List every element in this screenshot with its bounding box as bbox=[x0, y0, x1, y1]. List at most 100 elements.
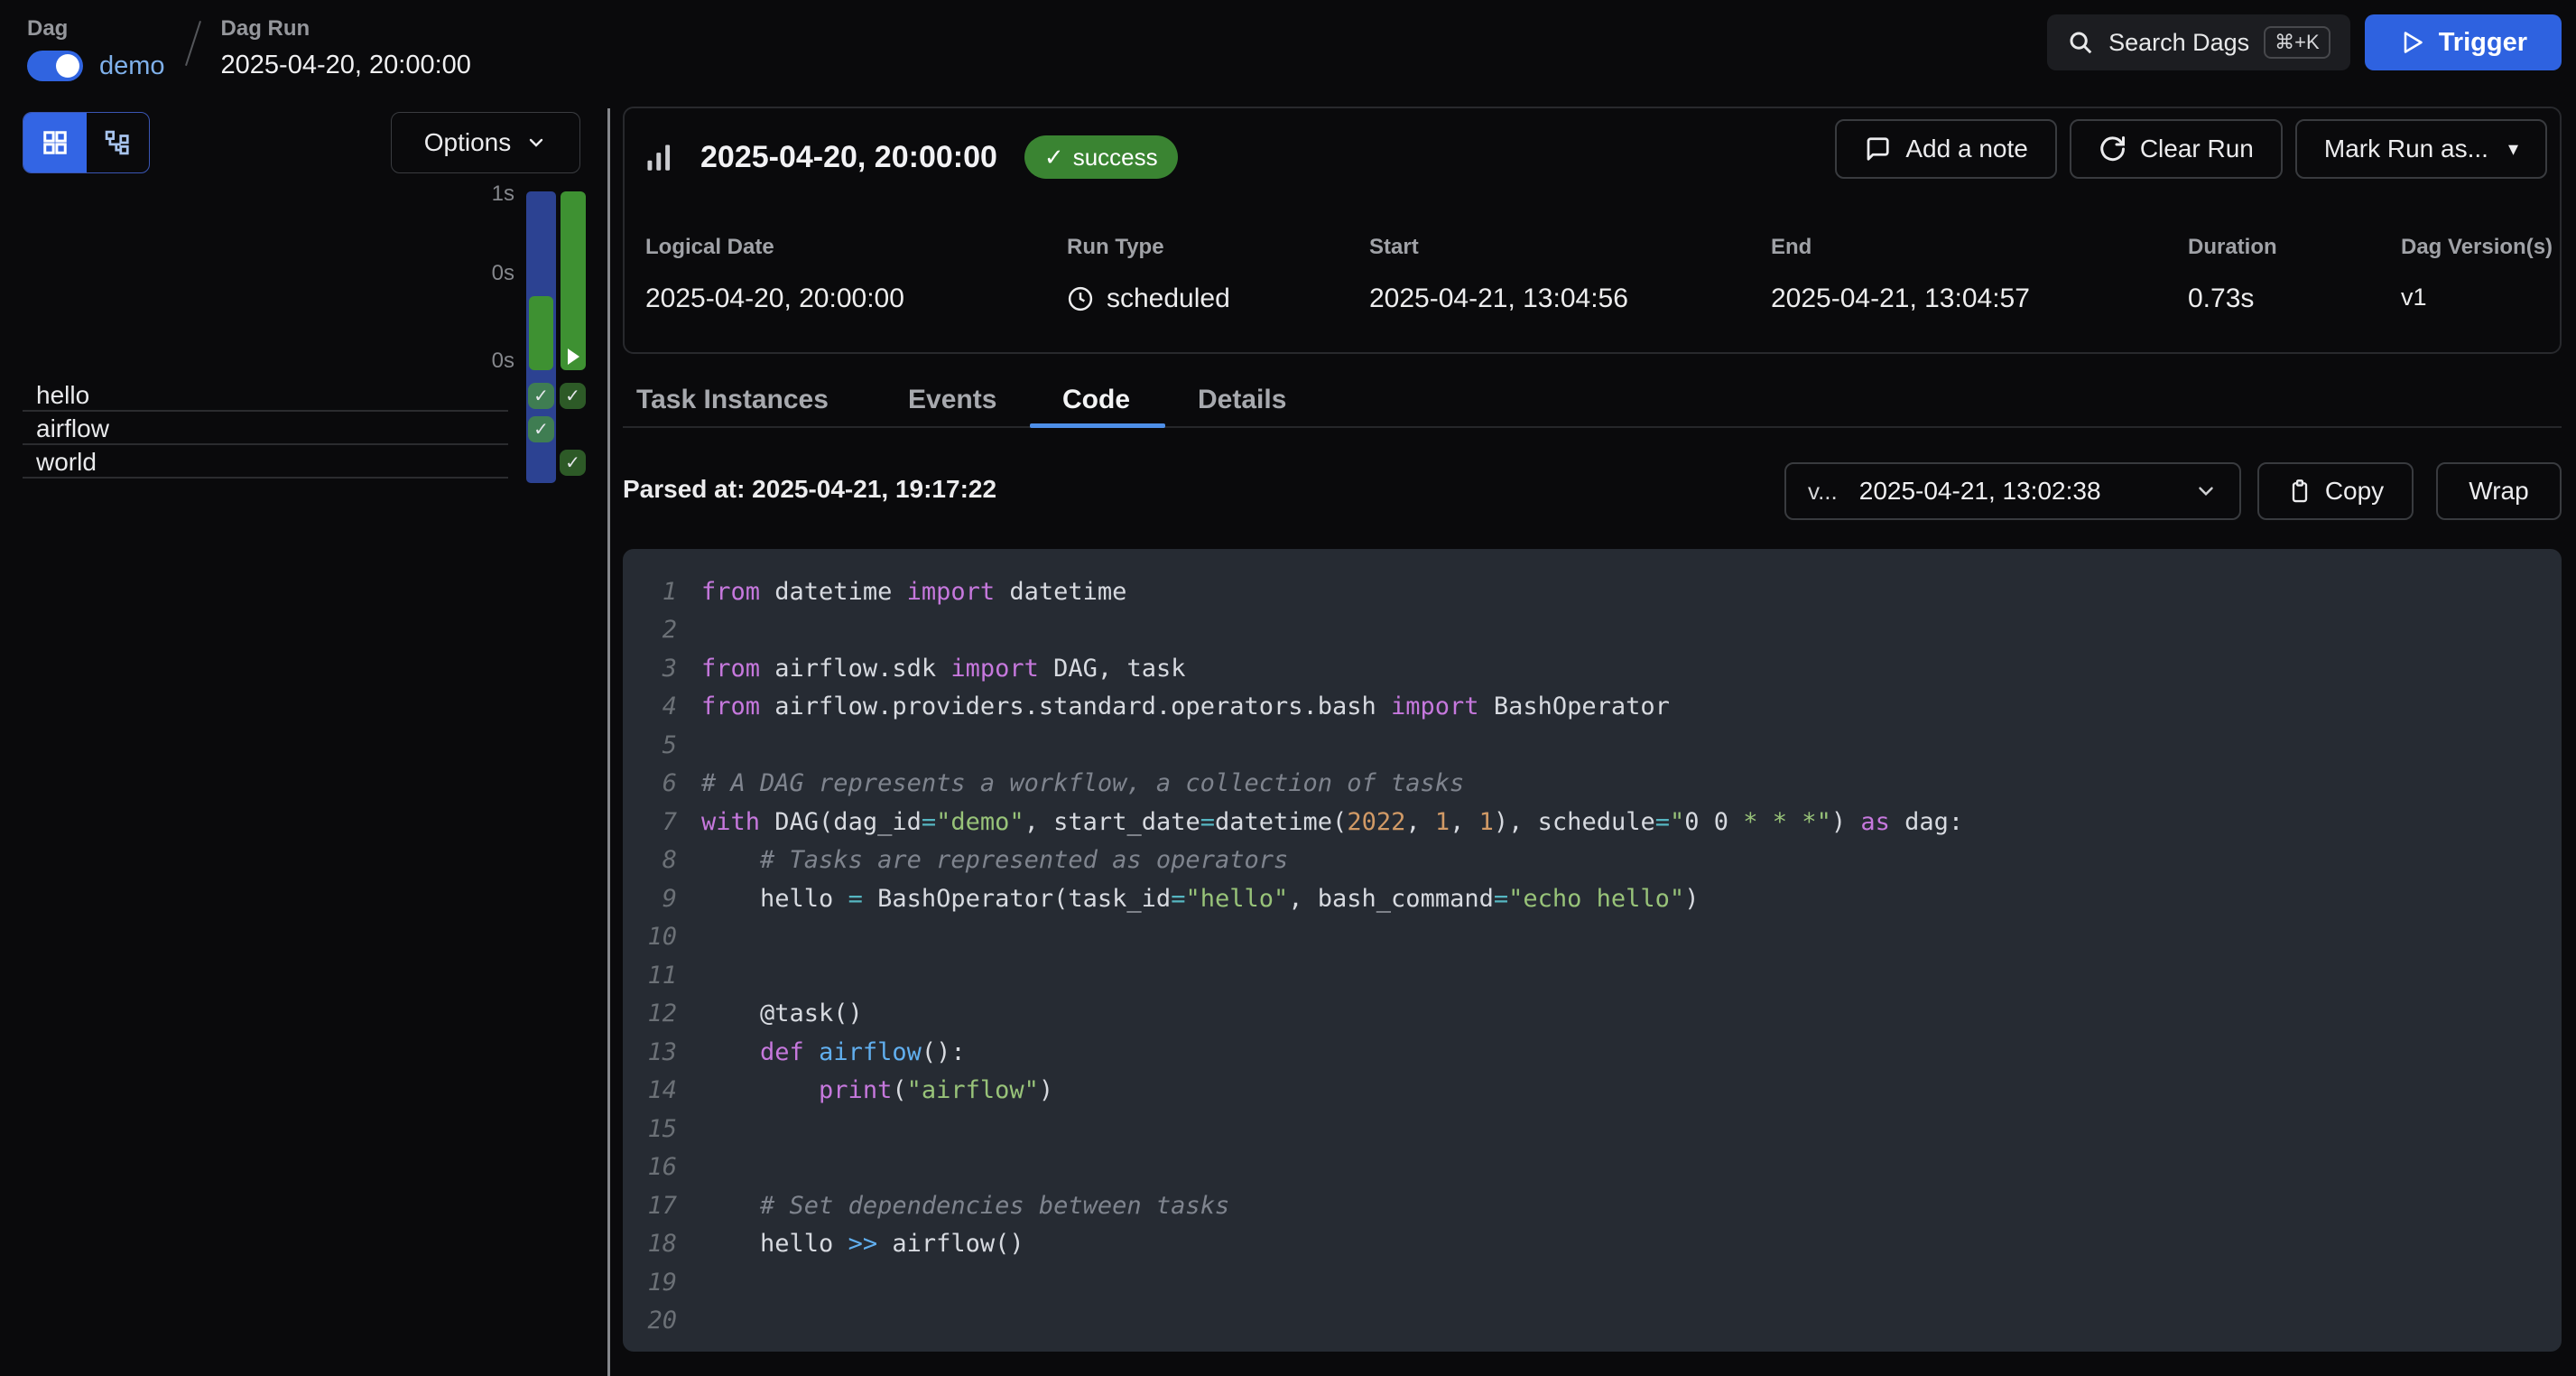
add-note-button[interactable]: Add a note bbox=[1835, 119, 2056, 179]
search-dags-label: Search Dags bbox=[2108, 29, 2249, 57]
meta-value: 2025-04-21, 13:04:57 bbox=[1771, 284, 2030, 314]
code-line: 4 from airflow.providers.standard.operato… bbox=[623, 688, 2562, 727]
options-label: Options bbox=[424, 128, 512, 157]
copy-button[interactable]: Copy bbox=[2257, 462, 2414, 520]
code-line: 13 def airflow(): bbox=[623, 1033, 2562, 1072]
line-number: 4 bbox=[623, 693, 677, 721]
breadcrumb: Dag demo Dag Run 2025-04-20, 20:00:00 bbox=[27, 16, 471, 81]
code-line: 2 bbox=[623, 611, 2562, 650]
status-text: success bbox=[1073, 144, 1158, 172]
meta-value: scheduled bbox=[1067, 284, 1230, 314]
search-shortcut-kbd: ⌘+K bbox=[2264, 26, 2330, 59]
line-number: 16 bbox=[623, 1153, 677, 1181]
tab-details[interactable]: Details bbox=[1198, 385, 1286, 415]
line-content: # Set dependencies between tasks bbox=[701, 1192, 1229, 1220]
run-details-panel: 2025-04-20, 20:00:00 ✓ success Add a not… bbox=[623, 107, 2562, 354]
wrap-label: Wrap bbox=[2469, 477, 2528, 506]
top-bar: Dag demo Dag Run 2025-04-20, 20:00:00 Se… bbox=[0, 0, 2576, 108]
search-dags-button[interactable]: Search Dags ⌘+K bbox=[2047, 14, 2350, 70]
tab-task-instances[interactable]: Task Instances bbox=[636, 385, 829, 415]
task-label-hello[interactable]: hello bbox=[36, 381, 89, 410]
line-content: hello = BashOperator(task_id="hello", ba… bbox=[701, 885, 1699, 913]
code-toolbar: Parsed at: 2025-04-21, 19:17:22 v... 202… bbox=[623, 462, 2562, 520]
panel-resize-handle[interactable] bbox=[607, 108, 610, 1376]
wrap-button[interactable]: Wrap bbox=[2436, 462, 2562, 520]
grid-sidebar: Options 1s0s0shello✓✓airflow✓world✓ bbox=[0, 108, 607, 1376]
run-summary-card: 2025-04-20, 20:00:00 ✓ success Add a not… bbox=[623, 107, 2562, 354]
tab-code[interactable]: Code bbox=[1062, 385, 1130, 415]
parsed-at-text: Parsed at: 2025-04-21, 19:17:22 bbox=[623, 475, 996, 504]
line-content: # A DAG represents a workflow, a collect… bbox=[701, 769, 1464, 797]
meta-value: v1 bbox=[2401, 284, 2553, 311]
dag-version-select[interactable]: v... 2025-04-21, 13:02:38 bbox=[1784, 462, 2241, 520]
dag-run-label: Dag Run bbox=[221, 16, 471, 42]
line-number: 19 bbox=[623, 1269, 677, 1297]
trigger-label: Trigger bbox=[2439, 28, 2527, 58]
line-number: 5 bbox=[623, 731, 677, 759]
line-number: 8 bbox=[623, 846, 677, 874]
task-instance-world-success[interactable]: ✓ bbox=[560, 450, 586, 476]
line-content: from airflow.providers.standard.operator… bbox=[701, 693, 1670, 721]
chevron-down-icon bbox=[2194, 479, 2218, 503]
grid-view-button[interactable] bbox=[23, 113, 87, 172]
task-instance-airflow-success[interactable]: ✓ bbox=[528, 416, 554, 442]
line-content: from datetime import datetime bbox=[701, 578, 1126, 606]
mark-run-as-button[interactable]: Mark Run as... ▾ bbox=[2295, 119, 2547, 179]
dag-name-link[interactable]: demo bbox=[99, 51, 165, 81]
run-duration-bar[interactable] bbox=[529, 296, 553, 370]
task-row-separator bbox=[23, 443, 508, 445]
meta-duration: Duration0.73s bbox=[2188, 235, 2277, 314]
code-line: 15 bbox=[623, 1110, 2562, 1148]
meta-label: Logical Date bbox=[645, 235, 904, 260]
view-toggle-group bbox=[23, 112, 150, 173]
code-line: 3from airflow.sdk import DAG, task bbox=[623, 649, 2562, 688]
line-number: 15 bbox=[623, 1115, 677, 1143]
breadcrumb-separator bbox=[185, 21, 201, 66]
grid-icon bbox=[42, 129, 69, 156]
run-title: 2025-04-20, 20:00:00 bbox=[700, 140, 997, 175]
code-line: 16 bbox=[623, 1148, 2562, 1187]
code-line: 14 print("airflow") bbox=[623, 1072, 2562, 1111]
options-dropdown[interactable]: Options bbox=[391, 112, 580, 173]
task-label-world[interactable]: world bbox=[36, 448, 97, 477]
toggle-knob bbox=[56, 54, 79, 78]
line-number: 1 bbox=[623, 578, 677, 606]
play-icon bbox=[2399, 30, 2424, 55]
code-line: 7with DAG(dag_id="demo", start_date=date… bbox=[623, 803, 2562, 841]
code-line: 6# A DAG represents a workflow, a collec… bbox=[623, 765, 2562, 804]
trigger-button[interactable]: Trigger bbox=[2365, 14, 2562, 70]
line-number: 14 bbox=[623, 1076, 677, 1104]
version-value: 2025-04-21, 13:02:38 bbox=[1859, 477, 2173, 506]
meta-dag-version-s-: Dag Version(s) v1 bbox=[2401, 235, 2553, 311]
code-line: 17 # Set dependencies between tasks bbox=[623, 1186, 2562, 1225]
duration-axis-tick: 0s bbox=[424, 349, 514, 374]
code-line: 5 bbox=[623, 726, 2562, 765]
clear-run-button[interactable]: Clear Run bbox=[2070, 119, 2283, 179]
meta-label: Dag Version(s) bbox=[2401, 235, 2553, 260]
meta-value: 2025-04-20, 20:00:00 bbox=[645, 284, 904, 314]
copy-label: Copy bbox=[2325, 477, 2384, 506]
graph-view-button[interactable] bbox=[87, 113, 150, 172]
duration-axis-tick: 1s bbox=[424, 181, 514, 207]
task-instance-hello-success[interactable]: ✓ bbox=[528, 383, 554, 409]
version-prefix: v... bbox=[1808, 478, 1838, 506]
task-instance-hello-success[interactable]: ✓ bbox=[560, 383, 586, 409]
line-number: 3 bbox=[623, 655, 677, 683]
dag-pause-toggle[interactable] bbox=[27, 51, 83, 81]
code-line: 11 bbox=[623, 956, 2562, 995]
line-number: 17 bbox=[623, 1192, 677, 1220]
line-number: 7 bbox=[623, 808, 677, 836]
line-content: @task() bbox=[701, 999, 863, 1027]
tab-events[interactable]: Events bbox=[908, 385, 996, 415]
meta-value: 0.73s bbox=[2188, 284, 2277, 314]
line-content: def airflow(): bbox=[701, 1038, 966, 1066]
meta-run-type: Run Typescheduled bbox=[1067, 235, 1230, 314]
code-line: 8 # Tasks are represented as operators bbox=[623, 841, 2562, 880]
run-duration-bar[interactable] bbox=[561, 191, 586, 370]
task-label-airflow[interactable]: airflow bbox=[36, 414, 109, 443]
breadcrumb-dag-group: Dag demo bbox=[27, 16, 165, 81]
bar-chart-icon bbox=[646, 143, 673, 172]
line-number: 2 bbox=[623, 616, 677, 644]
detail-tabs: Task Instances Events Code Details bbox=[623, 370, 2562, 428]
graph-icon bbox=[104, 129, 131, 156]
